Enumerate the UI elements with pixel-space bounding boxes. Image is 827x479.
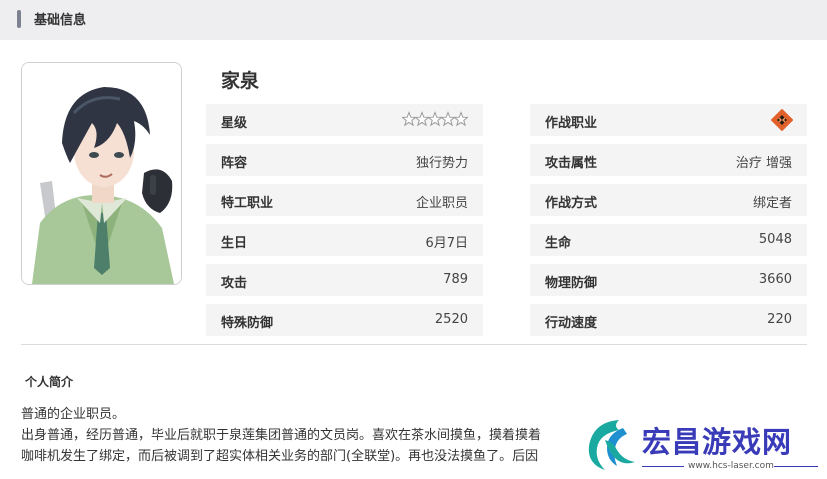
section-header: 基础信息 [0, 0, 827, 40]
stat-value: 2520 [434, 312, 468, 327]
star-icon [453, 111, 469, 127]
stat-label: 生日 [221, 236, 248, 251]
stat-row-faction: 阵容 独行势力 [206, 144, 483, 176]
character-portrait [21, 62, 182, 285]
stat-label: 特工职业 [221, 196, 274, 211]
character-name: 家泉 [221, 70, 260, 92]
intro-text: 普通的企业职员。 出身普通，经历普通，毕业后就职于泉莲集团普通的文员岗。喜欢在茶… [21, 404, 611, 467]
intro-title: 个人简介 [25, 375, 74, 389]
stat-row-agent-job: 特工职业 企业职员 [206, 184, 483, 216]
stat-row-combat-style: 作战方式 绑定者 [530, 184, 807, 216]
stat-row-hp: 生命 5048 [530, 224, 807, 256]
stat-label: 特殊防御 [221, 316, 274, 331]
stat-row-birthday: 生日 6月7日 [206, 224, 483, 256]
intro-line: 出身普通，经历普通，毕业后就职于泉莲集团普通的文员岗。喜欢在茶水间摸鱼，摸着摸着 [21, 428, 542, 443]
watermark-text: 宏昌游戏网 [642, 425, 793, 459]
section-title: 基础信息 [34, 13, 87, 28]
divider [21, 344, 807, 345]
watermark-logo-icon [583, 416, 639, 478]
stat-value: 治疗 增强 [735, 156, 792, 171]
stat-label: 物理防御 [545, 276, 598, 291]
watermark-url: www.hcs-laser.com [688, 461, 774, 471]
star-icon [427, 111, 443, 127]
stat-row-rarity: 星级 [206, 104, 483, 136]
stat-value: 绑定者 [752, 196, 792, 211]
stat-label: 生命 [545, 236, 572, 251]
stat-label: 星级 [221, 116, 248, 131]
intro-line: 普通的企业职员。 [21, 407, 126, 422]
star-rating [401, 111, 469, 133]
stat-label: 攻击 [221, 276, 248, 291]
stat-value: 220 [767, 312, 792, 327]
section-accent-bar [17, 10, 21, 28]
stat-row-combat-class: 作战职业 [530, 104, 807, 136]
stat-label: 阵容 [221, 156, 248, 171]
stat-label: 攻击属性 [545, 156, 598, 171]
stat-row-speed: 行动速度 220 [530, 304, 807, 336]
class-emblem-icon [770, 108, 794, 135]
star-icon [401, 111, 417, 127]
stat-value: 6月7日 [425, 236, 468, 251]
stat-label: 作战职业 [545, 116, 598, 131]
stat-row-physical-defense: 物理防御 3660 [530, 264, 807, 296]
stat-label: 行动速度 [545, 316, 598, 331]
stat-value: 独行势力 [415, 156, 468, 171]
stat-value: 企业职员 [415, 196, 468, 211]
watermark-rule [642, 466, 684, 467]
stat-value: 5048 [758, 232, 792, 247]
stat-row-attack-attribute: 攻击属性 治疗 增强 [530, 144, 807, 176]
intro-line: 咖啡机发生了绑定，而后被调到了超实体相关业务的部门(全联堂)。再也没法摸鱼了。后… [21, 449, 539, 464]
watermark-rule [774, 466, 818, 467]
star-icon [440, 111, 456, 127]
stat-label: 作战方式 [545, 196, 598, 211]
stat-value: 789 [443, 272, 468, 287]
stat-row-special-defense: 特殊防御 2520 [206, 304, 483, 336]
stat-row-attack: 攻击 789 [206, 264, 483, 296]
star-icon [414, 111, 430, 127]
stat-value: 3660 [758, 272, 792, 287]
